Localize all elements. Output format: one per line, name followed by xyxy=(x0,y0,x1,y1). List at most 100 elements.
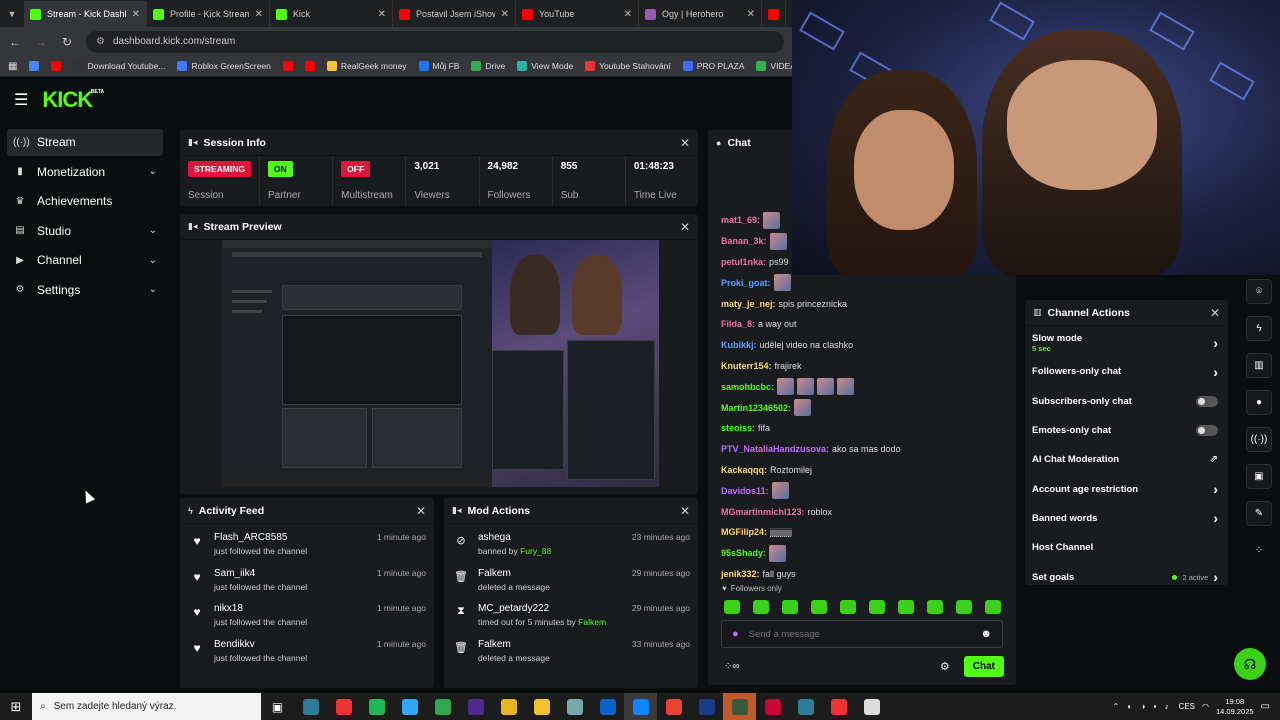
chevron-right-icon[interactable]: › xyxy=(1213,510,1218,526)
bookmark-item[interactable] xyxy=(51,61,62,71)
browser-tab[interactable]: Profile - Kick Stream ✕ xyxy=(147,1,270,27)
chat-username[interactable]: Proki_goat: xyxy=(721,278,771,288)
taskbar-search[interactable]: ⌕ Sem zadejte hledaný výraz. xyxy=(32,693,261,720)
bookmark-item[interactable]: Youtube Stahování xyxy=(585,61,671,71)
mod-action-moderator[interactable]: Fury_88 xyxy=(520,546,551,556)
activity-username[interactable]: Sam_iik4 xyxy=(214,568,367,579)
chat-bubble-icon[interactable]: ● xyxy=(1246,390,1272,415)
users-icon[interactable]: ⁘∞ xyxy=(724,661,740,672)
close-tab-icon[interactable]: ✕ xyxy=(624,9,632,20)
tab-search-icon[interactable]: ▼ xyxy=(0,1,24,27)
notifications-icon[interactable]: ▭ xyxy=(1261,701,1270,712)
wifi-icon[interactable]: ◠ xyxy=(1202,702,1209,711)
clipboard-icon[interactable]: ▥ xyxy=(1246,353,1272,378)
quick-emote[interactable] xyxy=(782,600,798,614)
quick-emote[interactable] xyxy=(840,600,856,614)
sidebar-item-studio[interactable]: ▤ Studio ⌄ xyxy=(7,218,163,245)
send-chat-button[interactable]: Chat xyxy=(963,655,1004,677)
bookmark-item[interactable]: Download Youtube... xyxy=(73,61,165,71)
chevron-down-icon[interactable]: ⌄ xyxy=(149,284,157,295)
chat-username[interactable]: maty_je_nej: xyxy=(721,299,776,309)
chevron-right-icon[interactable]: › xyxy=(1213,335,1218,351)
apps-grid-icon[interactable]: ▦ xyxy=(8,61,17,72)
chevron-right-icon[interactable]: › xyxy=(1213,569,1218,585)
windows-start-icon[interactable]: ⊞ xyxy=(0,699,32,715)
taskbar-app-icon[interactable] xyxy=(426,693,459,720)
taskbar-app-icon[interactable] xyxy=(294,693,327,720)
bookmark-item[interactable]: VIDEA xyxy=(756,61,792,71)
sidebar-item-achievements[interactable]: ♛ Achievements xyxy=(7,188,163,215)
chat-username[interactable]: petul1nka: xyxy=(721,257,766,267)
chat-username[interactable]: Kubikkj: xyxy=(721,340,757,350)
close-tab-icon[interactable]: ✕ xyxy=(132,9,140,20)
browser-tab[interactable]: Stream - Kick Dashb ✕ xyxy=(24,1,147,27)
url-field[interactable]: ⚙ dashboard.kick.com/stream xyxy=(86,30,784,53)
quick-emote[interactable] xyxy=(724,600,740,614)
chevron-down-icon[interactable]: ⌄ xyxy=(149,255,157,266)
browser-tab[interactable]: Ogy | Herohero ✕ xyxy=(639,1,762,27)
taskbar-app-icon[interactable] xyxy=(360,693,393,720)
bookmark-item[interactable]: Můj FB xyxy=(418,61,459,71)
broadcast-icon[interactable]: ((·)) xyxy=(1246,427,1272,452)
mod-action-username[interactable]: Falkem xyxy=(478,568,622,579)
chat-message-input[interactable] xyxy=(748,628,971,640)
chat-username[interactable]: MGmartinmichl123: xyxy=(721,507,805,517)
bookmark-item[interactable]: Roblox GreenScreen xyxy=(177,61,271,71)
hamburger-menu-icon[interactable]: ☰ xyxy=(14,90,28,110)
taskbar-app-icon[interactable] xyxy=(591,693,624,720)
input-language[interactable]: CES xyxy=(1179,702,1195,711)
lightning-icon[interactable]: ϟ xyxy=(1246,316,1272,341)
chat-username[interactable]: Martin12346502: xyxy=(721,403,791,413)
close-tab-icon[interactable]: ✕ xyxy=(378,9,386,20)
sidebar-item-stream[interactable]: ((·)) Stream xyxy=(7,129,163,156)
close-tab-icon[interactable]: ✕ xyxy=(255,9,263,20)
chat-username[interactable]: Filda_8: xyxy=(721,319,755,329)
stream-preview-video[interactable] xyxy=(222,240,659,487)
emoji-icon[interactable]: ☻ xyxy=(980,628,992,640)
taskbar-app-icon[interactable] xyxy=(690,693,723,720)
clock[interactable]: 19:08 14.09.2025 xyxy=(1216,697,1254,717)
quick-emote[interactable] xyxy=(956,600,972,614)
chat-username[interactable]: steoiss: xyxy=(721,423,755,433)
bookmark-item[interactable]: PRO PLAZA xyxy=(682,61,744,71)
channel-action-set-goals[interactable]: Set goals 2 active › xyxy=(1025,562,1228,591)
taskbar-app-icon[interactable] xyxy=(525,693,558,720)
channel-action-subscribers-only-chat[interactable]: Subscribers-only chat xyxy=(1025,387,1228,416)
terminal-icon[interactable]: ▣ xyxy=(1246,464,1272,489)
bookmark-item[interactable]: RealGeek money xyxy=(326,61,407,71)
mod-action-username[interactable]: ashega xyxy=(478,532,622,543)
activity-username[interactable]: Flash_ARC8585 xyxy=(214,532,367,543)
kick-logo[interactable]: KICK BETA xyxy=(42,87,104,113)
chat-username[interactable]: Kackaqqq: xyxy=(721,465,767,475)
toggle-switch[interactable] xyxy=(1196,425,1218,437)
channel-action-emotes-only-chat[interactable]: Emotes-only chat xyxy=(1025,416,1228,445)
task-view-icon[interactable]: ▣ xyxy=(261,693,294,720)
activity-username[interactable]: nikx18 xyxy=(214,603,367,614)
chat-username[interactable]: Davidos11: xyxy=(721,486,769,496)
channel-action-banned-words[interactable]: Banned words › xyxy=(1025,504,1228,533)
bookmark-item[interactable]: View Mode xyxy=(517,61,573,71)
channel-action-account-age-restriction[interactable]: Account age restriction › xyxy=(1025,474,1228,503)
mod-action-moderator[interactable]: Falkem xyxy=(578,617,606,627)
sidebar-item-settings[interactable]: ⚙ Settings ⌄ xyxy=(7,277,163,304)
taskbar-app-icon[interactable] xyxy=(855,693,888,720)
close-icon[interactable]: ✕ xyxy=(680,136,690,150)
taskbar-app-icon[interactable] xyxy=(822,693,855,720)
chat-username[interactable]: MGFilip24: xyxy=(721,527,767,537)
channel-action-slow-mode[interactable]: Slow mode 5 sec › xyxy=(1025,328,1228,357)
sidebar-item-channel[interactable]: ▶ Channel ⌄ xyxy=(7,247,163,274)
chevron-down-icon[interactable]: ⌄ xyxy=(149,225,157,236)
channel-action-host-channel[interactable]: Host Channel xyxy=(1025,533,1228,562)
chat-username[interactable]: Knuterr154: xyxy=(721,361,772,371)
taskbar-app-icon[interactable] xyxy=(393,693,426,720)
quick-emote[interactable] xyxy=(869,600,885,614)
close-icon[interactable]: ✕ xyxy=(416,504,426,518)
microphone-icon[interactable]: ● xyxy=(732,628,739,640)
quick-emote[interactable] xyxy=(898,600,914,614)
bookmark-item[interactable] xyxy=(304,61,315,71)
gear-icon[interactable]: ⚙ xyxy=(940,660,950,673)
support-headset-icon[interactable]: ☊ xyxy=(1234,648,1266,680)
mod-action-username[interactable]: MC_petardy222 xyxy=(478,603,622,614)
chevron-down-icon[interactable]: ⌄ xyxy=(149,166,157,177)
chat-username[interactable]: jenik332: xyxy=(721,569,760,579)
